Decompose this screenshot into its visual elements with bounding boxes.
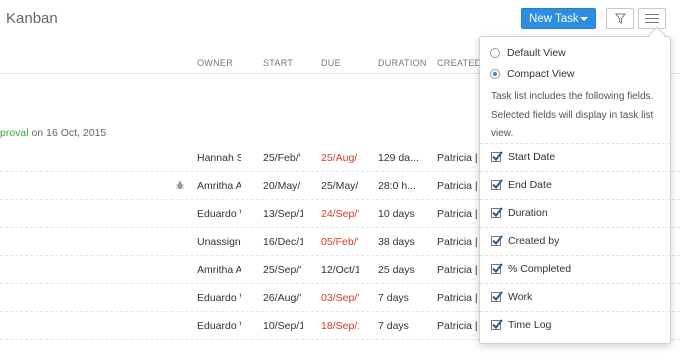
owner-cell[interactable]: Amritha A [197, 180, 241, 192]
start-cell: 20/May/ [263, 180, 301, 192]
checkbox[interactable] [491, 319, 503, 330]
popup-description: Task list includes the following fields.… [491, 91, 654, 139]
field-option-start-date[interactable]: Start Date [480, 143, 670, 171]
top-bar: Kanban New Task [0, 0, 680, 40]
due-cell: 24/Sep/' [321, 208, 359, 220]
duration-cell: 25 days [378, 264, 415, 276]
checkbox[interactable] [491, 235, 503, 246]
compact-view-option[interactable]: Compact View [490, 66, 575, 82]
created-by-cell: Patricia | [437, 208, 477, 220]
owner-cell[interactable]: Eduardo \ [197, 208, 241, 220]
duration-cell: 10 days [378, 208, 415, 220]
owner-cell[interactable]: Eduardo \ [197, 320, 241, 332]
checkmark-icon [492, 151, 503, 161]
start-cell: 16/Dec/1 [263, 236, 303, 248]
column-header-owner[interactable]: OWNER [197, 58, 252, 68]
field-option-end-date[interactable]: End Date [480, 171, 670, 199]
created-by-cell: Patricia | [437, 264, 477, 276]
default-view-radio[interactable] [490, 48, 500, 58]
start-cell: 25/Feb/' [263, 152, 301, 164]
hamburger-menu-icon [645, 14, 659, 23]
duration-cell: 38 days [378, 236, 415, 248]
field-label: Duration [508, 207, 548, 219]
bug-icon[interactable] [176, 181, 184, 190]
checkmark-icon [492, 179, 503, 189]
field-label: Time Log [508, 319, 552, 331]
field-option-percent-completed[interactable]: % Completed [480, 255, 670, 283]
filter-button[interactable] [606, 8, 634, 29]
created-by-cell: Patricia | [437, 236, 477, 248]
start-cell: 10/Sep/1 [263, 320, 303, 332]
field-label: Created by [508, 235, 560, 247]
start-cell: 26/Aug/' [263, 292, 302, 304]
duration-cell: 28:0 h... [378, 180, 416, 192]
duration-cell: 7 days [378, 320, 409, 332]
column-header-due[interactable]: DUE [321, 58, 371, 68]
filter-icon [614, 13, 626, 24]
checkbox[interactable] [491, 291, 503, 302]
approval-note: proval on 16 Oct, 2015 [0, 127, 106, 139]
approval-status: proval [0, 127, 29, 139]
field-option-duration[interactable]: Duration [480, 199, 670, 227]
field-label: End Date [508, 179, 552, 191]
duration-cell: 129 da... [378, 152, 419, 164]
checkmark-icon [492, 263, 503, 273]
column-header-start[interactable]: START [263, 58, 313, 68]
owner-cell[interactable]: Unassigne [197, 236, 241, 248]
checkbox[interactable] [491, 263, 503, 274]
created-by-cell: Patricia | [437, 292, 477, 304]
owner-cell[interactable]: Amritha A [197, 264, 241, 276]
created-by-cell: Patricia | [437, 180, 477, 192]
field-option-time-log[interactable]: Time Log [480, 311, 670, 339]
field-label: Start Date [508, 151, 556, 163]
start-cell: 25/Sep/' [263, 264, 302, 276]
created-by-cell: Patricia | [437, 320, 477, 332]
checkmark-icon [492, 235, 503, 245]
field-label: Work [508, 291, 533, 303]
field-option-work[interactable]: Work [480, 283, 670, 311]
new-task-button[interactable]: New Task [521, 8, 596, 29]
owner-cell[interactable]: Eduardo \ [197, 292, 241, 304]
default-view-option[interactable]: Default View [490, 45, 566, 61]
duration-cell: 7 days [378, 292, 409, 304]
page-title: Kanban [6, 10, 58, 27]
owner-cell[interactable]: Hannah S [197, 152, 241, 164]
column-header-created-by[interactable]: CREATED B [437, 58, 479, 68]
field-label: % Completed [508, 263, 572, 275]
checkbox[interactable] [491, 151, 503, 162]
chevron-down-icon[interactable] [580, 17, 588, 21]
due-cell: 05/Feb/' [321, 236, 359, 248]
compact-view-radio[interactable] [490, 69, 500, 79]
menu-button[interactable] [638, 8, 666, 29]
due-cell: 03/Sep/' [321, 292, 359, 304]
view-settings-popup: Default View Compact View Task list incl… [479, 36, 671, 344]
column-header-duration[interactable]: DURATION [378, 58, 433, 68]
created-by-cell: Patricia | [437, 152, 477, 164]
checkmark-icon [492, 319, 503, 329]
due-cell: 25/May/ [321, 180, 359, 192]
approval-date: on 16 Oct, 2015 [28, 127, 107, 139]
checkbox[interactable] [491, 179, 503, 190]
start-cell: 13/Sep/1 [263, 208, 303, 220]
new-task-label: New Task [529, 12, 579, 25]
due-cell: 25/Aug/ [321, 152, 358, 164]
field-option-created-by[interactable]: Created by [480, 227, 670, 255]
due-cell: 12/Oct/1 [321, 264, 359, 276]
compact-view-label: Compact View [507, 68, 575, 80]
checkbox[interactable] [491, 207, 503, 218]
default-view-label: Default View [507, 47, 566, 59]
checkmark-icon [492, 207, 503, 217]
due-cell: 18/Sep/1 [321, 320, 359, 332]
checkmark-icon [492, 291, 503, 301]
